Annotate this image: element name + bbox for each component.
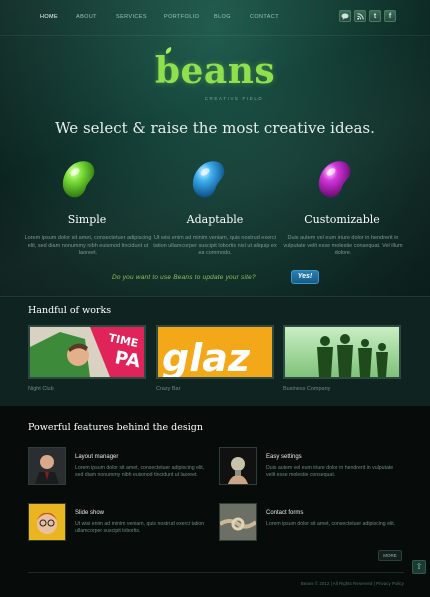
work-caption-business-company[interactable]: Business Company: [283, 386, 330, 392]
hero-section: HOME ABOUT SERVICES PORTFOLIO BLOG CONTA…: [0, 0, 430, 296]
nav-services[interactable]: SERVICES: [116, 14, 147, 20]
more-button[interactable]: MORE: [378, 550, 402, 561]
feature-image-easy-settings: [219, 447, 257, 485]
feature-title-layout-manager: Layout manager: [75, 454, 119, 460]
green-bean-icon: [62, 161, 95, 198]
works-title: Handful of works: [28, 305, 112, 316]
features-title: Powerful features behind the design: [28, 422, 203, 433]
brand-logo[interactable]: beans: [0, 50, 430, 92]
rss-icon[interactable]: [354, 10, 366, 22]
top-navigation: HOME ABOUT SERVICES PORTFOLIO BLOG CONTA…: [0, 0, 430, 36]
work-thumb-night-club[interactable]: TIME PA: [28, 325, 146, 379]
feature-title-adaptable: Adaptable: [186, 213, 244, 226]
twitter-icon[interactable]: t: [369, 10, 381, 22]
purple-bean-icon: [318, 161, 351, 198]
scroll-top-icon[interactable]: ⇧: [412, 560, 426, 574]
cta-yes-button[interactable]: Yes!: [291, 270, 319, 284]
chat-icon[interactable]: [339, 10, 351, 22]
social-links: t f: [336, 10, 396, 22]
svg-text:glaz: glaz: [162, 336, 251, 377]
feature-text-layout-manager: Lorem ipsum dolor sit amet, consectetuer…: [75, 465, 205, 478]
brand-tagline: CREATIVE FIELD: [204, 96, 264, 101]
feature-image-contact-forms: [219, 503, 257, 541]
nav-home[interactable]: HOME: [40, 14, 58, 20]
feature-text-easy-settings: Duis autem vel eum iriure dolor in hendr…: [266, 465, 394, 478]
feature-text-slide-show: Ut wisi enim ad minim veniam, quis nostr…: [75, 521, 205, 534]
feature-text-simple: Lorem ipsum dolor sit amet, consectetuer…: [24, 235, 152, 256]
feature-title-simple: Simple: [67, 213, 107, 226]
blue-bean-icon: [192, 161, 225, 198]
nav-blog[interactable]: BLOG: [214, 14, 231, 20]
work-caption-night-club[interactable]: Night Club: [28, 386, 54, 392]
feature-image-slide-show: [28, 503, 66, 541]
feature-title-slide-show: Slide show: [75, 510, 105, 516]
feature-text-customizable: Duis autem vel eum iriure dolor in hendr…: [283, 235, 403, 256]
feature-title-contact-forms: Contact forms: [266, 510, 304, 516]
hero-headline: We select & raise the most creative idea…: [55, 119, 375, 137]
work-caption-crazy-bar[interactable]: Crazy Bar: [156, 386, 180, 392]
works-section: Handful of works TIME PA glaz Night Club…: [0, 296, 430, 406]
feature-title-easy-settings: Easy settings: [266, 454, 302, 460]
nav-about[interactable]: ABOUT: [76, 14, 97, 20]
feature-title-customizable: Customizable: [304, 213, 380, 226]
nav-portfolio[interactable]: PORTFOLIO: [164, 14, 199, 20]
nav-contact[interactable]: CONTACT: [250, 14, 279, 20]
work-thumb-crazy-bar[interactable]: glaz: [156, 325, 274, 379]
feature-text-contact-forms: Lorem ipsum dolor sit amet, consectetuer…: [266, 521, 396, 527]
work-thumb-business-company[interactable]: [283, 325, 401, 379]
svg-text:PA: PA: [113, 347, 142, 372]
feature-text-adaptable: Ut wisi enim ad minim veniam, quis nostr…: [153, 235, 277, 256]
cta-text: Do you want to use Beans to update your …: [112, 274, 256, 281]
footer-divider: [28, 572, 404, 573]
footer-copyright: Beans © 2012 | All Rights Reserved | Pri…: [300, 581, 404, 586]
feature-image-layout-manager: [28, 447, 66, 485]
facebook-icon[interactable]: f: [384, 10, 396, 22]
features-section: Powerful features behind the design: [0, 406, 430, 597]
